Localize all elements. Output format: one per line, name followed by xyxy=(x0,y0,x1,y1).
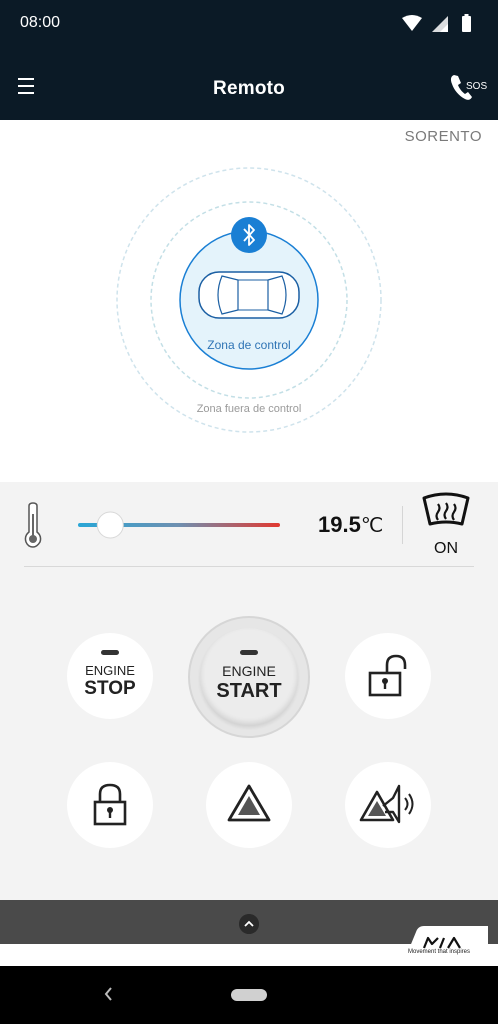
hazard-icon xyxy=(227,784,271,822)
defrost-status: ON xyxy=(434,540,458,557)
sos-label: SOS xyxy=(466,81,487,92)
home-pill[interactable] xyxy=(231,989,267,1001)
engine-start-indicator xyxy=(240,650,258,655)
hazard-lights-button[interactable] xyxy=(206,762,292,848)
wifi-icon xyxy=(402,15,422,31)
back-icon[interactable] xyxy=(100,984,116,1004)
lock-icon xyxy=(93,783,127,826)
app-header: Remoto SOS xyxy=(0,48,498,120)
control-zone-panel: SORENTO Zona de control Zona fuera de co… xyxy=(0,120,498,482)
climate-row: 19.5℃ ON xyxy=(0,482,498,568)
thermometer-icon xyxy=(24,502,42,548)
engine-stop-line2: STOP xyxy=(84,678,136,699)
system-nav-bar xyxy=(0,966,498,1024)
control-zone-diagram xyxy=(116,167,382,433)
engine-start-line2: START xyxy=(216,680,282,702)
defrost-icon xyxy=(422,492,470,526)
unlock-icon xyxy=(368,654,407,697)
status-bar: 08:00 xyxy=(0,0,498,48)
engine-stop-indicator xyxy=(101,650,119,655)
car-icon xyxy=(198,271,300,319)
status-icons xyxy=(402,14,471,32)
battery-icon xyxy=(462,16,471,32)
status-time: 08:00 xyxy=(20,14,61,31)
chevron-up-icon[interactable] xyxy=(239,914,259,934)
divider xyxy=(402,506,403,544)
brand-tagline: Movement that inspires xyxy=(407,949,471,955)
temperature-value: 19.5 xyxy=(318,512,361,537)
slider-thumb xyxy=(96,511,124,539)
door-unlock-button[interactable] xyxy=(345,633,431,719)
defrost-toggle[interactable] xyxy=(418,492,474,528)
door-lock-button[interactable] xyxy=(67,762,153,848)
engine-stop-line1: ENGINE xyxy=(85,663,135,678)
kia-logo xyxy=(422,936,461,949)
panic-horn-button[interactable] xyxy=(345,762,431,848)
temperature-slider[interactable] xyxy=(76,504,282,544)
inner-zone-label: Zona de control xyxy=(207,338,291,352)
engine-start-button[interactable]: ENGINE START xyxy=(188,616,310,738)
outer-zone-label: Zona fuera de control xyxy=(196,403,302,415)
engine-start-face: ENGINE START xyxy=(200,628,298,726)
row-divider xyxy=(24,566,474,567)
engine-start-line1: ENGINE xyxy=(222,663,276,679)
hazard-horn-icon xyxy=(359,784,414,824)
temperature-readout: 19.5℃ xyxy=(318,512,383,538)
page-title: Remoto xyxy=(213,78,285,99)
temperature-unit: ℃ xyxy=(360,515,384,537)
sos-call-button[interactable]: SOS xyxy=(448,73,488,103)
engine-stop-button[interactable]: ENGINE STOP xyxy=(67,633,153,719)
